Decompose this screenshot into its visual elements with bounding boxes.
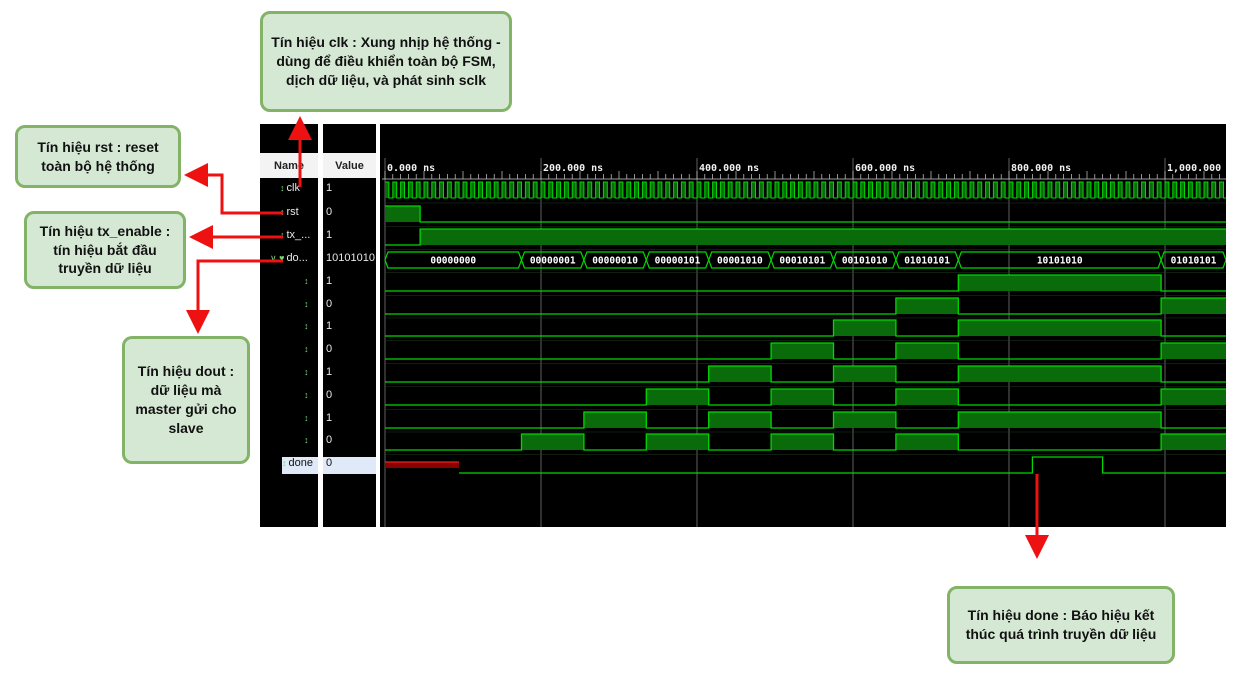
- callout-rst: Tín hiệu rst : reset toàn bộ hệ thống: [15, 125, 181, 188]
- callout-done: Tín hiệu done : Báo hiệu kết thúc quá tr…: [947, 586, 1175, 664]
- callout-clk: Tín hiệu clk : Xung nhịp hệ thống - dùng…: [260, 11, 512, 112]
- arrow-rst: [184, 163, 283, 215]
- callout-dout: Tín hiệu dout : dữ liệu mà master gửi ch…: [122, 336, 250, 464]
- callout-tx-enable: Tín hiệu tx_enable : tín hiệu bắt đầu tr…: [24, 211, 186, 289]
- arrow-dout: [186, 259, 283, 334]
